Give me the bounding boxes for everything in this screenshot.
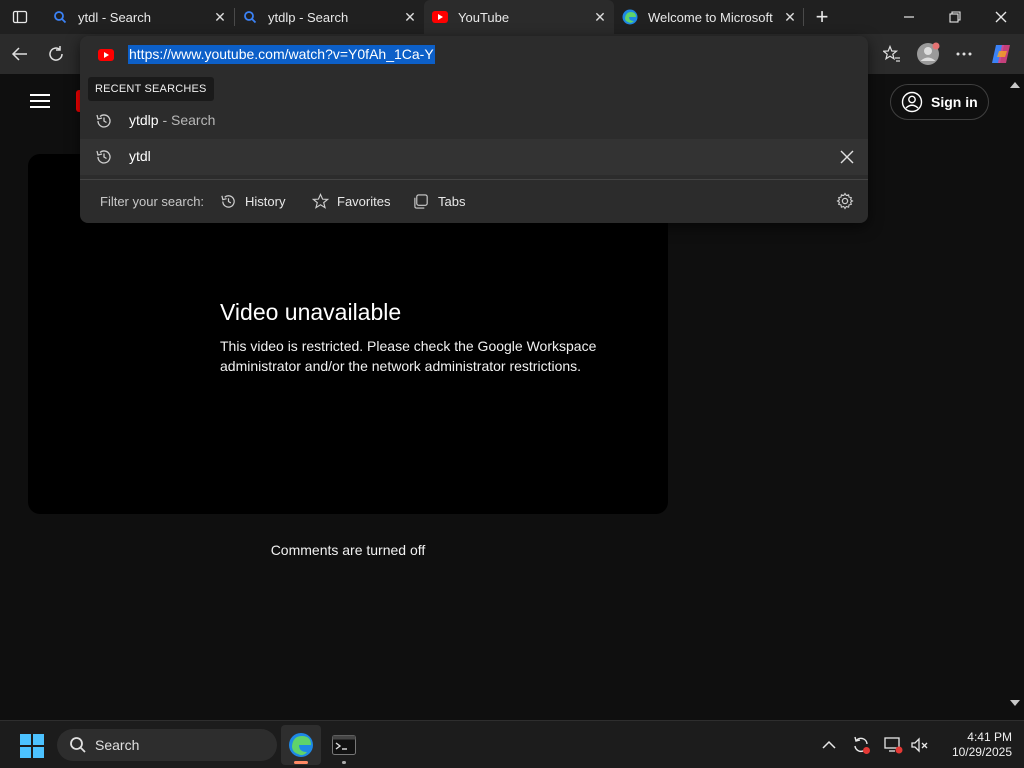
active-app-indicator — [294, 761, 308, 764]
scroll-up-icon[interactable] — [1010, 82, 1020, 88]
restore-icon — [949, 11, 961, 23]
tab-actions-button[interactable] — [2, 0, 38, 34]
taskbar-edge-app[interactable] — [281, 725, 321, 765]
tab-strip: ytdl - Search ✕ ytdlp - Search ✕ YouTube… — [0, 0, 1024, 34]
more-dots-icon — [956, 52, 972, 56]
minimize-icon — [904, 16, 914, 18]
tab-label: Welcome to Microsoft E — [648, 9, 776, 25]
scroll-down-icon[interactable] — [1010, 700, 1020, 706]
close-icon[interactable]: ✕ — [402, 9, 418, 25]
video-unavailable-title: Video unavailable — [220, 299, 402, 325]
new-tab-button[interactable]: + — [805, 0, 839, 34]
filter-favorites-label: Favorites — [337, 193, 391, 209]
suggestion-text: ytdlp - Search — [129, 112, 216, 128]
clock-time: 4:41 PM — [967, 730, 1012, 744]
address-bar-dropdown: https://www.youtube.com/watch?v=Y0fAh_1C… — [80, 36, 868, 223]
tab-ytdlp-search[interactable]: ytdlp - Search ✕ — [234, 0, 424, 34]
avatar-icon — [917, 42, 940, 65]
refresh-icon — [49, 46, 63, 61]
show-hidden-icons-button[interactable] — [819, 735, 839, 755]
url-input[interactable]: https://www.youtube.com/watch?v=Y0fAh_1C… — [128, 45, 435, 64]
edge-icon — [289, 733, 313, 757]
running-app-indicator — [342, 761, 346, 764]
gear-icon[interactable] — [836, 192, 854, 210]
filter-history-button[interactable]: History — [220, 190, 285, 212]
recent-searches-header: RECENT SEARCHES — [88, 77, 214, 101]
back-arrow-icon — [11, 47, 27, 61]
tab-separator — [803, 8, 804, 26]
edge-icon — [622, 9, 638, 25]
close-window-button[interactable] — [978, 0, 1024, 34]
refresh-button[interactable] — [41, 39, 71, 69]
plus-icon: + — [815, 4, 829, 29]
sign-in-button[interactable]: Sign in — [890, 84, 989, 120]
terminal-icon — [332, 735, 356, 755]
volume-muted-icon — [911, 737, 928, 753]
tab-actions-icon — [12, 10, 28, 24]
search-icon — [242, 9, 258, 25]
tab-youtube[interactable]: YouTube ✕ — [424, 0, 614, 34]
suggestion-text: ytdl — [129, 148, 151, 164]
chevron-up-icon — [822, 740, 836, 749]
sync-icon — [854, 736, 870, 754]
copilot-icon — [992, 45, 1010, 63]
history-icon — [95, 112, 113, 130]
filter-favorites-button[interactable]: Favorites — [312, 190, 390, 212]
search-icon — [52, 9, 68, 25]
comments-status: Comments are turned off — [270, 542, 426, 558]
taskbar-search-box[interactable]: Search — [57, 729, 277, 761]
star-icon — [312, 192, 329, 209]
back-button[interactable] — [5, 39, 35, 69]
remove-suggestion-close-icon[interactable] — [838, 148, 856, 166]
sync-status-button[interactable] — [851, 735, 871, 755]
clock-date: 10/29/2025 — [951, 745, 1012, 759]
suggestion-item[interactable]: ytdl — [80, 139, 868, 175]
taskbar-terminal-app[interactable] — [324, 725, 364, 765]
tabs-icon — [414, 193, 428, 209]
filter-tabs-button[interactable]: Tabs — [413, 190, 465, 212]
display-network-icon — [884, 737, 903, 754]
sign-in-label: Sign in — [931, 94, 978, 110]
close-icon — [995, 11, 1007, 23]
search-icon — [70, 737, 86, 753]
taskbar-search-placeholder: Search — [95, 737, 140, 753]
profile-button[interactable] — [913, 39, 943, 69]
settings-more-button[interactable] — [949, 39, 979, 69]
page-scrollbar[interactable] — [1006, 74, 1024, 716]
history-icon — [95, 148, 113, 166]
restore-button[interactable] — [932, 0, 978, 34]
youtube-icon — [98, 48, 114, 66]
filter-label: Filter your search: — [100, 194, 205, 209]
filter-history-label: History — [245, 193, 286, 209]
menu-icon[interactable] — [30, 94, 50, 108]
start-button[interactable] — [20, 734, 44, 758]
close-icon[interactable]: ✕ — [782, 9, 798, 25]
tab-label: YouTube — [458, 9, 510, 25]
favorites-star-icon — [883, 45, 900, 62]
history-icon — [221, 194, 235, 208]
close-icon[interactable]: ✕ — [212, 9, 228, 25]
volume-button[interactable] — [909, 735, 929, 755]
suggestion-item[interactable]: ytdlp - Search — [80, 103, 868, 139]
screen: ytdl - Search ✕ ytdlp - Search ✕ YouTube… — [0, 0, 1024, 768]
favorites-button[interactable] — [877, 39, 907, 69]
tab-label: ytdlp - Search — [268, 9, 349, 25]
close-icon[interactable]: ✕ — [592, 9, 608, 25]
tab-welcome-edge[interactable]: Welcome to Microsoft E ✕ — [614, 0, 804, 34]
windows-logo-icon — [20, 734, 44, 758]
youtube-icon — [432, 9, 448, 25]
address-bar[interactable]: https://www.youtube.com/watch?v=Y0fAh_1C… — [80, 36, 868, 72]
tab-ytdl-search[interactable]: ytdl - Search ✕ — [44, 0, 234, 34]
video-unavailable-message: This video is restricted. Please check t… — [220, 338, 597, 374]
account-icon — [901, 91, 923, 113]
copilot-button[interactable] — [986, 39, 1016, 69]
tab-label: ytdl - Search — [78, 9, 151, 25]
filter-bar: Filter your search: History Favorites Ta… — [80, 180, 868, 223]
filter-tabs-label: Tabs — [438, 193, 466, 209]
network-button[interactable] — [883, 735, 903, 755]
windows-taskbar: Search 4:41 PM 10/29/2025 — [0, 720, 1024, 768]
taskbar-clock[interactable]: 4:41 PM 10/29/2025 — [936, 730, 1012, 760]
minimize-button[interactable] — [886, 0, 932, 34]
